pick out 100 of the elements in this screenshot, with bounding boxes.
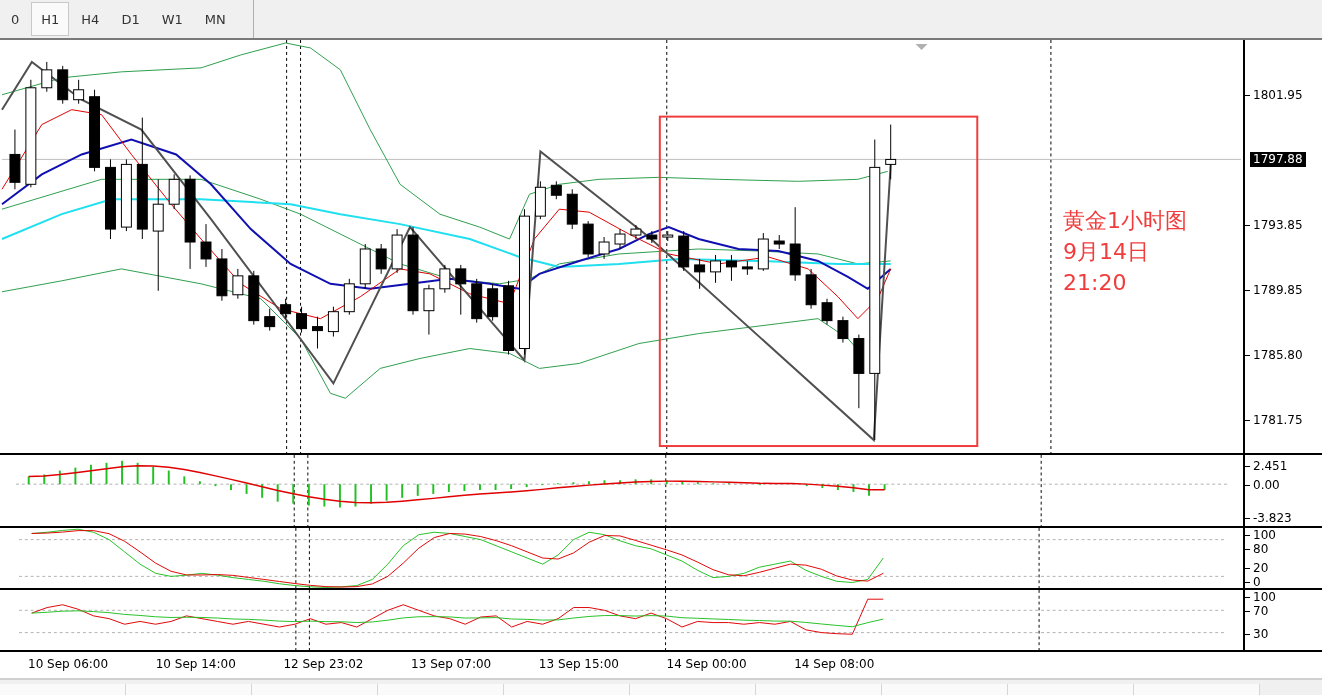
- histogram-bar: [759, 483, 762, 487]
- histogram-bar: [712, 482, 715, 486]
- candlestick: [439, 264, 451, 294]
- price-axis-label: 1801.95: [1245, 88, 1303, 102]
- histogram-bar: [307, 483, 310, 507]
- candlestick: [646, 230, 658, 244]
- histogram-bar: [370, 483, 373, 505]
- histogram-bar: [447, 483, 450, 493]
- timeframe-button[interactable]: W1: [151, 2, 193, 36]
- candlestick: [710, 254, 721, 284]
- histogram-bar: [587, 480, 590, 486]
- histogram-bar: [510, 483, 513, 490]
- candlestick: [630, 224, 642, 240]
- histogram-bar: [89, 463, 92, 486]
- annotation-text: 9月14日: [1063, 238, 1150, 266]
- candlestick: [885, 124, 897, 180]
- histogram-bar: [292, 483, 295, 505]
- timeframe-button[interactable]: 0: [1, 2, 30, 36]
- current-price-label: 1797.88: [1250, 152, 1306, 167]
- candlestick: [598, 236, 610, 260]
- histogram-bar: [323, 483, 326, 508]
- stochastic-axis-label: 80: [1245, 542, 1269, 556]
- candlestick: [837, 316, 849, 344]
- histogram-bar: [665, 479, 668, 486]
- candlestick: [248, 270, 260, 326]
- candlestick: [741, 260, 753, 276]
- candlestick: [57, 65, 69, 105]
- candlestick: [487, 283, 499, 322]
- histogram-bar: [27, 475, 30, 486]
- timeframe-button[interactable]: H4: [71, 2, 110, 36]
- candlestick: [757, 232, 769, 272]
- shift-marker-icon: [915, 44, 928, 50]
- candlestick: [312, 316, 323, 349]
- timeframe-button[interactable]: D1: [111, 2, 150, 36]
- histogram-bar: [245, 483, 248, 495]
- candlestick: [566, 188, 578, 230]
- candlestick: [614, 228, 626, 250]
- histogram-bar: [43, 473, 46, 486]
- candlestick: [726, 254, 737, 282]
- candlestick: [423, 284, 435, 336]
- stochastic-axis-label: 20: [1245, 561, 1269, 575]
- candlestick: [264, 308, 276, 332]
- histogram-bar: [401, 483, 404, 499]
- rsi-axis-label: 100: [1245, 590, 1276, 604]
- histogram-bar: [183, 475, 186, 486]
- histogram-bar: [58, 469, 61, 486]
- histogram-bar: [821, 483, 824, 490]
- histogram-bar: [634, 478, 637, 486]
- price-axis-label: 1781.75: [1245, 413, 1303, 427]
- rsi-axis-label: 70: [1245, 604, 1269, 618]
- histogram-bar: [385, 483, 388, 502]
- stochastic-axis-label: 100: [1245, 528, 1276, 542]
- candlestick: [168, 173, 180, 210]
- histogram-bar: [525, 483, 528, 489]
- candlestick: [455, 264, 467, 316]
- time-axis-label: 13 Sep 15:00: [538, 657, 619, 671]
- histogram-bar: [572, 481, 575, 486]
- candlestick: [280, 298, 292, 320]
- candlestick: [471, 278, 483, 324]
- candlestick: [662, 230, 674, 242]
- histogram-bar: [852, 483, 855, 493]
- macd-axis-label: -3.823: [1245, 511, 1292, 525]
- histogram-bar: [121, 459, 124, 486]
- histogram-bar: [416, 483, 419, 497]
- histogram-bar: [276, 483, 279, 503]
- histogram-bar: [105, 461, 108, 486]
- histogram-bar: [338, 483, 341, 509]
- candlestick: [534, 180, 546, 220]
- histogram-bar: [432, 483, 435, 495]
- rsi-axis-label: 30: [1245, 627, 1269, 641]
- candlestick: [41, 61, 53, 93]
- histogram-bar: [136, 461, 139, 486]
- time-axis-label: 14 Sep 00:00: [666, 657, 747, 671]
- candlestick: [694, 258, 706, 290]
- histogram-bar: [556, 482, 559, 486]
- time-axis-label: 14 Sep 08:00: [794, 657, 875, 671]
- histogram-bar: [541, 483, 544, 487]
- histogram-bar: [883, 483, 886, 491]
- price-axis-label: 1793.85: [1245, 218, 1303, 232]
- timeframe-button[interactable]: H1: [31, 2, 70, 36]
- histogram-bar: [152, 465, 155, 486]
- histogram-bar: [681, 480, 684, 486]
- price-axis-label: 1789.85: [1245, 283, 1303, 297]
- price-axis-label: 1785.80: [1245, 348, 1303, 362]
- candlestick: [232, 268, 244, 300]
- candlestick: [327, 306, 339, 338]
- candlestick: [296, 306, 308, 334]
- timeframe-button[interactable]: MN: [194, 2, 236, 36]
- histogram-bar: [836, 483, 839, 491]
- time-axis-label: 10 Sep 14:00: [155, 657, 236, 671]
- annotation-text: 21:20: [1063, 269, 1128, 297]
- candlestick: [805, 268, 817, 310]
- histogram-bar: [805, 483, 808, 488]
- stochastic-axis-label: 0: [1245, 575, 1261, 589]
- candlestick: [773, 234, 785, 250]
- candlestick: [73, 79, 85, 105]
- time-axis-label: 10 Sep 06:00: [28, 657, 109, 671]
- time-axis-label: 12 Sep 23:02: [283, 657, 364, 671]
- macd-axis-label: 2.451: [1245, 459, 1288, 473]
- candlestick: [582, 220, 594, 258]
